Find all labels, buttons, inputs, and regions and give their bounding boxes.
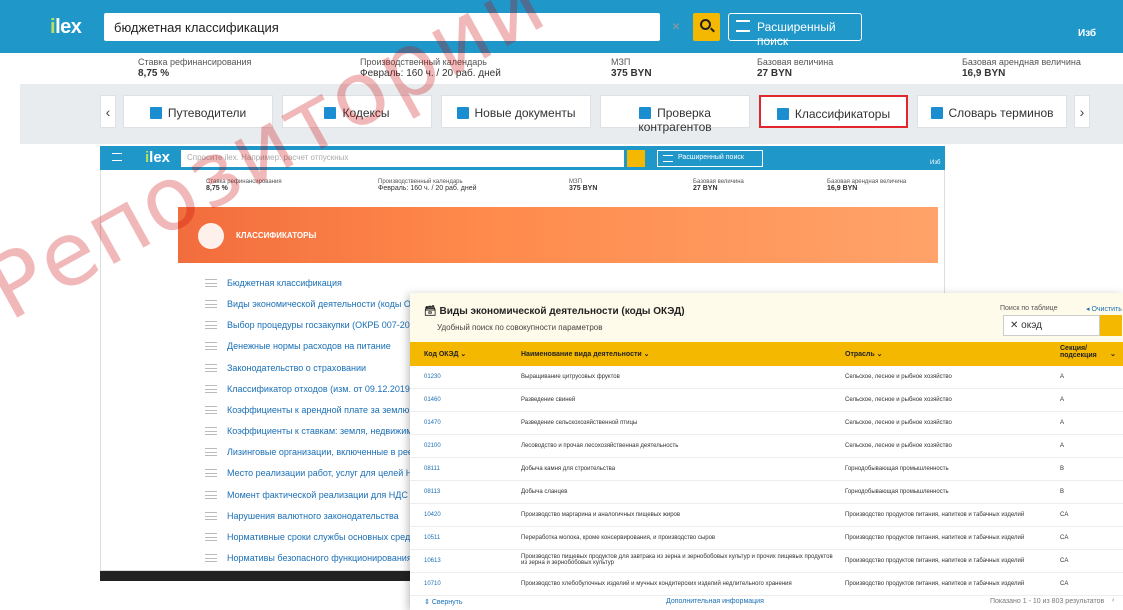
more-info-link[interactable]: Дополнительная информация [666,598,764,605]
inner-logo: ilex [145,149,171,166]
list-icon [776,108,789,120]
classifier-item[interactable]: Место реализации работ, услуг для целей … [205,468,425,478]
inner-advanced-search: Расширенный поиск [657,150,763,167]
table-search-label: Поиск по таблице [1000,305,1058,312]
list-icon [205,554,217,562]
results-count: Показано 1 - 10 из 803 результатов [990,598,1105,605]
table-row[interactable]: 01470 Разведение сельскохозяйственной пти… [410,412,1123,435]
info-calendar: Производственный календарь Февраль: 160 ч… [360,57,501,79]
tile-codes[interactable]: Кодексы [282,95,432,128]
database-icon: 🗃 [424,306,440,317]
table-search-input[interactable]: ✕ окэд [1003,315,1100,336]
guides-icon [149,107,162,119]
list-icon [205,533,217,541]
inner-info-rent: Базовая арендная величина 16,9 BYN [827,179,907,192]
table-row[interactable]: 10710 Производство хлебобулочных изделий … [410,573,1123,596]
info-base-value: Базовая величина 27 BYN [757,57,834,79]
table-row[interactable]: 02100 Лесоводство и прочая лесохозяйствен… [410,435,1123,458]
list-icon [205,512,217,520]
info-mzp: МЗП 375 BYN [611,57,652,79]
list-icon [205,300,217,308]
classifier-item[interactable]: Нормативные сроки службы основных средст… [205,532,424,542]
table-row[interactable]: 08111 Добыча камня для строительства Горно… [410,458,1123,481]
table-row[interactable]: 10511 Переработка молока, кроме консервир… [410,527,1123,550]
col-code[interactable]: Код ОКЭД ⌄ [424,350,466,358]
panel-subtitle: Удобный поиск по совокупности параметров [437,323,603,332]
table-header: Код ОКЭД ⌄ Наименование вида деятельност… [410,342,1123,366]
tile-counterparty-check[interactable]: Проверка контрагентов [600,95,750,134]
list-icon [205,448,217,456]
list-icon [205,406,217,414]
tile-dictionary[interactable]: Словарь терминов [917,95,1067,128]
panel-footer: ⇕ Свернуть Дополнительная информация Пок… [410,594,1123,610]
check-icon [639,107,652,119]
tile-classifiers[interactable]: Классификаторы [759,95,908,128]
binoculars-icon [456,107,469,119]
codes-icon [324,107,337,119]
classifier-item[interactable]: Бюджетная классификация [205,278,342,288]
inner-info-calendar: Производственный календарь Февраль: 160 ч… [378,179,477,192]
classifier-item[interactable]: Нарушения валютного законодательства [205,511,399,521]
list-icon [205,491,217,499]
classifier-item[interactable]: Коэффициенты к арендной плате за землю [205,405,409,415]
tile-new-docs[interactable]: Новые документы [441,95,591,128]
table-row[interactable]: 01460 Разведение свиней Сельское, лесное и… [410,389,1123,412]
classifier-item[interactable]: Классификатор отходов (изм. от 09.12.201… [205,384,413,394]
clear-table-search[interactable]: ◂ Очистить [1086,305,1122,313]
pagination-prev-icon[interactable]: ‹ [1112,597,1114,604]
classifier-item[interactable]: Виды экономической деятельности (коды ОК… [205,299,431,309]
inner-info-refinancing: Ставка рефинансирования 8,75 % [206,179,282,192]
inner-search-input: Спросите ilex. Например: расчет отпускны… [181,150,624,167]
classifier-item[interactable]: Выбор процедуры госзакупки (ОКРБ 007-201… [205,320,423,330]
next-arrow[interactable]: › [1074,95,1090,128]
inner-favorites: Изб [930,160,941,166]
logo-text: lex [55,16,82,38]
collapse-button[interactable]: ⇕ Свернуть [424,598,463,606]
list-icon [205,321,217,329]
ilex-logo[interactable]: ilex [50,16,82,39]
panel-title: 🗃 Виды экономической деятельности (коды … [424,306,685,317]
classifiers-badge-icon [198,223,224,249]
info-rent-base: Базовая арендная величина 16,9 BYN [962,57,1081,79]
table-row[interactable]: 10420 Производство маргарина и аналогичны… [410,504,1123,527]
tile-guides[interactable]: Путеводители [123,95,273,128]
col-section[interactable]: Секция/ подсекция [1060,345,1100,359]
list-icon [205,385,217,393]
list-icon [205,279,217,287]
inner-menu-icon [112,153,122,161]
dictionary-icon [930,107,943,119]
table-search-button[interactable] [1100,315,1122,336]
search-input[interactable]: бюджетная классификация [104,13,660,41]
col-name[interactable]: Наименование вида деятельности ⌄ [521,350,650,358]
clear-search-icon[interactable]: × [672,18,680,34]
list-icon [205,427,217,435]
inner-info-mzp: МЗП 375 BYN [569,179,598,192]
inner-search-button [627,150,645,167]
favorites-link[interactable]: Изб [1078,28,1096,39]
classifiers-banner-title: КЛАССИФИКАТОРЫ [236,231,317,240]
classifier-item[interactable]: Денежные нормы расходов на питание [205,341,391,351]
list-icon [205,342,217,350]
table-row[interactable]: 08113 Добыча сланцев Горнодобывающая промы… [410,481,1123,504]
classifier-item[interactable]: Нормативы безопасного функционирования [205,553,412,563]
classifier-item[interactable]: Законодательство о страховании [205,363,366,373]
table-row[interactable]: 10613 Производство пищевых продуктов для … [410,550,1123,573]
prev-arrow[interactable]: ‹ [100,95,116,128]
taskbar [100,571,414,581]
inner-info-base: Базовая величина 27 BYN [693,179,744,192]
classifier-item[interactable]: Момент фактической реализации для НДС [205,490,408,500]
classifier-item[interactable]: Лизинговые организации, включенные в рее… [205,447,427,457]
info-refinancing: Ставка рефинансирования 8,75 % [138,57,252,79]
list-icon [205,364,217,372]
chevron-down-icon[interactable]: ⌄ [1110,350,1116,358]
advanced-search-button[interactable]: Расширенный поиск [728,13,862,48]
list-icon [205,469,217,477]
classifier-item[interactable]: Коэффициенты к ставкам: земля, недвижимо… [205,426,431,436]
search-icon [700,19,711,30]
col-industry[interactable]: Отрасль ⌄ [845,350,883,358]
table-row[interactable]: 01230 Выращивание цитрусовых фруктов Сельс… [410,366,1123,389]
